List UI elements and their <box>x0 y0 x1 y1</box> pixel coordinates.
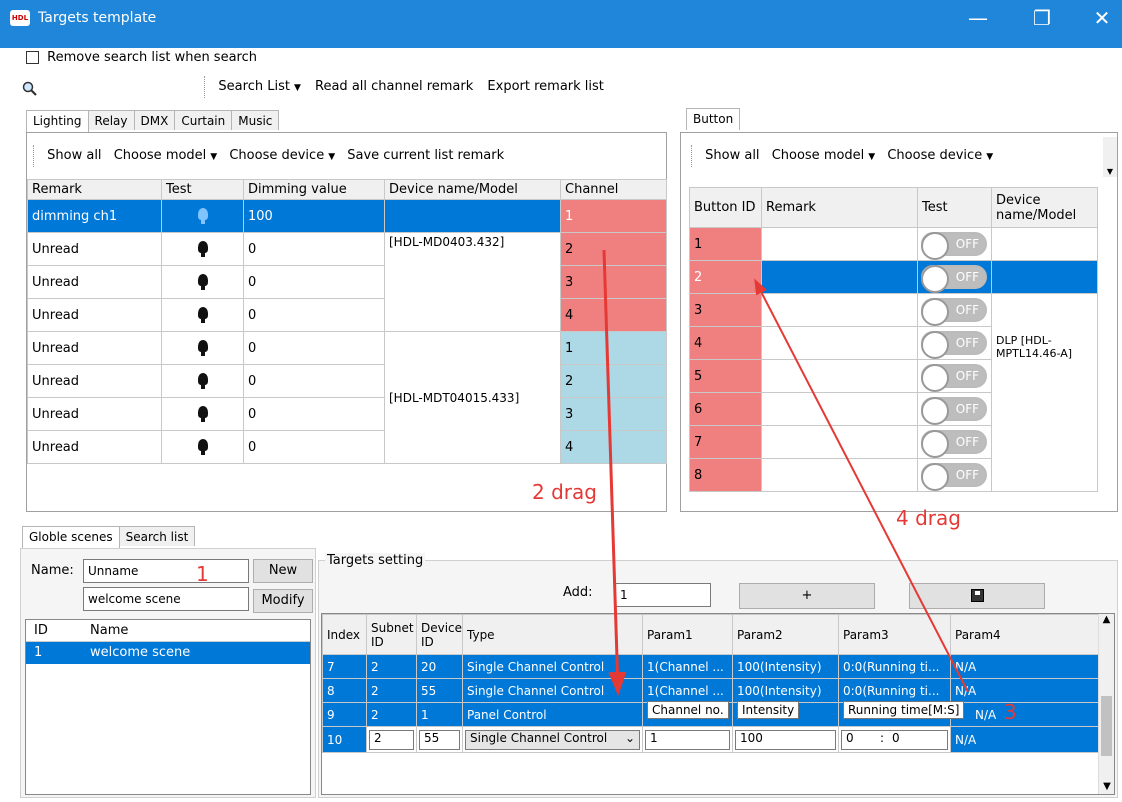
annotation-arrows <box>602 249 969 696</box>
annotation-label-1: 1 <box>196 562 209 586</box>
drag-arrow-2 <box>602 249 627 696</box>
drag-arrow-4 <box>754 278 969 693</box>
annotation-label-3: 3 <box>1004 700 1017 724</box>
annotation-label-4: 4 drag <box>896 506 961 530</box>
annotation-label-2: 2 drag <box>532 480 597 504</box>
